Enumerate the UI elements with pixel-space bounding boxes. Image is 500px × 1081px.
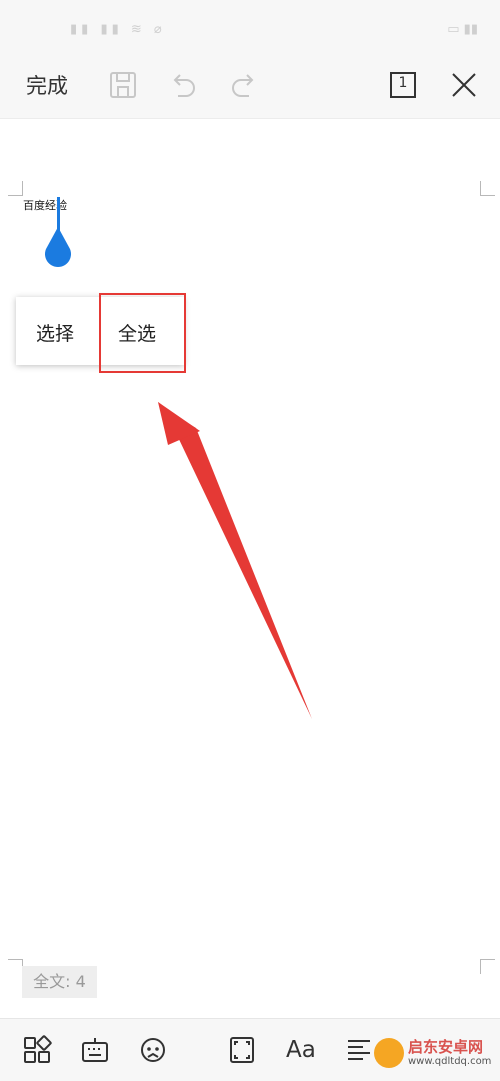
document-text[interactable]: 百度经验 xyxy=(23,197,67,213)
fullscreen-icon[interactable] xyxy=(227,1035,257,1065)
done-button[interactable]: 完成 xyxy=(26,70,68,100)
watermark-title: 启东安卓网 xyxy=(408,1038,484,1056)
voice-assistant-icon[interactable] xyxy=(138,1035,168,1065)
redo-icon[interactable] xyxy=(229,70,259,100)
cursor-handle-icon[interactable] xyxy=(42,227,74,269)
align-left-icon[interactable] xyxy=(345,1035,375,1065)
battery-icon: ▭ ▮▮ xyxy=(447,22,478,37)
page-corner-mark xyxy=(480,959,495,974)
apps-grid-icon[interactable] xyxy=(22,1035,52,1065)
menu-item-select[interactable]: 选择 xyxy=(36,319,74,346)
page-corner-mark xyxy=(8,959,23,974)
page-corner-mark xyxy=(480,181,495,196)
top-toolbar: 完成 1 xyxy=(0,58,500,119)
highlight-annotation-box xyxy=(99,293,186,373)
save-icon[interactable] xyxy=(108,70,138,100)
watermark: 启东安卓网 www.qdltdq.com xyxy=(374,1030,500,1080)
signal-icon: ▮▮ ▮▮ ≋ ⌀ xyxy=(70,22,166,37)
status-bar: ▮▮ ▮▮ ≋ ⌀ ▭ ▮▮ xyxy=(0,0,500,58)
annotation-arrow-icon xyxy=(158,402,312,719)
page-number: 1 xyxy=(398,75,408,91)
watermark-url: www.qdltdq.com xyxy=(408,1056,492,1067)
font-style-button[interactable]: Aa xyxy=(286,1037,316,1067)
undo-icon[interactable] xyxy=(168,70,198,100)
watermark-logo-icon xyxy=(374,1038,404,1068)
keyboard-icon[interactable] xyxy=(80,1035,110,1065)
page-corner-mark xyxy=(8,181,23,196)
document-page[interactable]: 百度经验 选择 全选 全文: 4 xyxy=(0,119,500,1018)
close-icon[interactable] xyxy=(449,70,479,100)
word-count-badge: 全文: 4 xyxy=(22,966,97,998)
page-counter-button[interactable]: 1 xyxy=(388,70,418,100)
